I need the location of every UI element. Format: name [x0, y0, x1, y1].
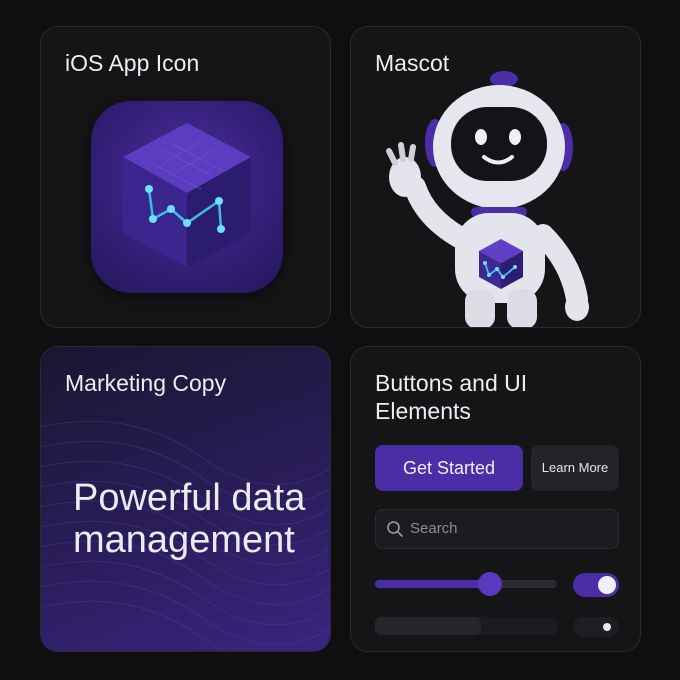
get-started-button[interactable]: Get Started: [375, 445, 523, 491]
toggle-switch-off[interactable]: [573, 617, 619, 637]
toggle-knob: [598, 576, 616, 594]
search-placeholder: Search: [410, 520, 458, 537]
robot-mascot-icon: [373, 67, 623, 327]
mascot-card: Mascot: [350, 26, 641, 328]
slider[interactable]: [375, 572, 557, 596]
toggle-knob-off: [603, 623, 611, 631]
ui-elements-card-title: Buttons and UI Elements: [375, 370, 528, 424]
search-icon: [387, 521, 403, 537]
progress-bar: [375, 617, 557, 635]
app-icon-card-title: iOS App Icon: [65, 50, 200, 76]
learn-more-button[interactable]: Learn More: [531, 445, 619, 491]
marketing-card-title: Marketing Copy: [65, 370, 227, 396]
marketing-headline: Powerful data management: [73, 477, 306, 561]
slider-fill: [375, 580, 490, 588]
marketing-card: Marketing Copy Powerful data management: [40, 346, 331, 652]
search-input[interactable]: Search: [375, 509, 619, 549]
design-board: iOS App Icon Mascot Marketing Copy Power…: [0, 0, 680, 680]
toggle-switch-on[interactable]: [573, 573, 619, 597]
cube-logo-icon: [91, 101, 283, 293]
progress-fill: [375, 617, 481, 635]
ui-elements-card: Buttons and UI Elements Get Started Lear…: [350, 346, 641, 652]
app-icon-card: iOS App Icon: [40, 26, 331, 328]
slider-thumb[interactable]: [477, 572, 502, 596]
